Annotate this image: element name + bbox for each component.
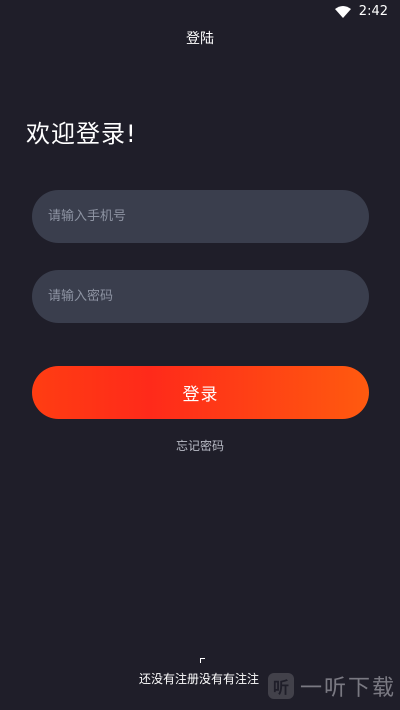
watermark: 听 一听下载 <box>267 670 396 702</box>
watermark-text: 一听下载 <box>299 676 396 701</box>
status-bar: 2:42 <box>0 0 400 24</box>
forgot-password-link[interactable]: 忘记密码 <box>0 437 400 454</box>
password-input[interactable] <box>32 270 369 323</box>
register-link[interactable]: 还没有注册没有有注注 <box>139 670 259 687</box>
cursor-mark <box>200 658 205 663</box>
wifi-icon <box>334 5 351 18</box>
watermark-logo: 听 <box>267 673 294 699</box>
status-icons: 2:42 <box>334 4 388 19</box>
status-time: 2:42 <box>358 4 388 19</box>
login-button[interactable]: 登录 <box>32 366 369 419</box>
phone-input[interactable] <box>32 190 369 243</box>
welcome-heading: 欢迎登录! <box>26 120 137 148</box>
page-title: 登陆 <box>186 31 214 47</box>
